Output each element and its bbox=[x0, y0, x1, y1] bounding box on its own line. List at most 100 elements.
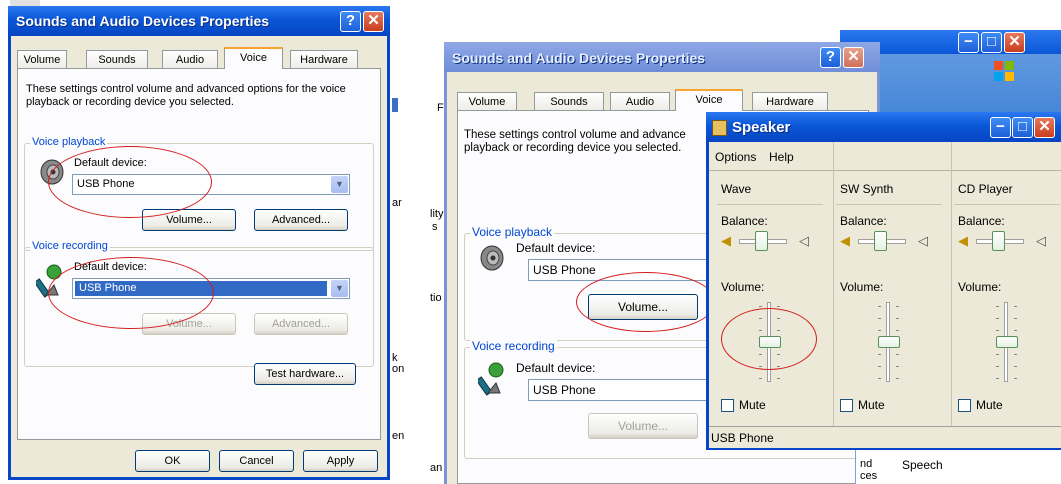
close-button[interactable]: ✕ bbox=[1034, 117, 1055, 138]
recording-advanced-button[interactable]: Advanced... bbox=[254, 313, 348, 335]
volume-label: Volume: bbox=[721, 280, 765, 294]
mute-checkbox[interactable] bbox=[721, 399, 734, 412]
right-title-bar: Sounds and Audio Devices Properties ? ✕ bbox=[444, 42, 880, 72]
volume-label: Volume: bbox=[840, 280, 884, 294]
tab-volume[interactable]: Volume bbox=[457, 92, 517, 111]
tab-hardware[interactable]: Hardware bbox=[752, 92, 828, 111]
left-dialog-body: Volume Sounds Audio Voice Hardware These… bbox=[11, 36, 387, 477]
playback-device-label: Default device: bbox=[516, 241, 596, 255]
chevron-down-icon[interactable]: ▼ bbox=[331, 176, 348, 193]
volume-tick bbox=[996, 366, 999, 367]
volume-tick bbox=[777, 306, 780, 307]
balance-label: Balance: bbox=[840, 214, 887, 228]
test-hardware-button[interactable]: Test hardware... bbox=[254, 363, 356, 385]
minimize-button[interactable]: − bbox=[990, 117, 1011, 138]
volume-tick bbox=[1014, 330, 1017, 331]
channel-name: SW Synth bbox=[840, 182, 894, 196]
balance-thumb[interactable] bbox=[755, 231, 768, 251]
volume-tick bbox=[896, 354, 899, 355]
volume-tick bbox=[878, 330, 881, 331]
balance-thumb[interactable] bbox=[992, 231, 1005, 251]
bg-fragment: en bbox=[392, 430, 405, 442]
bg-fragment: ces bbox=[860, 470, 878, 482]
tab-volume[interactable]: Volume bbox=[17, 50, 67, 69]
channel-divider bbox=[836, 204, 942, 205]
volume-thumb[interactable] bbox=[996, 336, 1018, 348]
playback-device-value: USB Phone bbox=[533, 263, 596, 277]
tab-audio[interactable]: Audio bbox=[162, 50, 218, 69]
volume-tick bbox=[996, 318, 999, 319]
close-button[interactable]: ✕ bbox=[363, 11, 384, 32]
speaker-mixer-window: Speaker − □ ✕ Options Help Wave Balance: ◀… bbox=[706, 112, 1061, 450]
cancel-button[interactable]: Cancel bbox=[219, 450, 294, 472]
volume-tick bbox=[1014, 366, 1017, 367]
channel-name: CD Player bbox=[958, 182, 1013, 196]
tab-voice[interactable]: Voice bbox=[224, 47, 283, 69]
status-bar: USB Phone bbox=[709, 426, 1061, 448]
annotation-ellipse-recording bbox=[48, 257, 214, 329]
speaker-left-icon: ◀ bbox=[958, 233, 968, 248]
tab-audio[interactable]: Audio bbox=[610, 92, 670, 111]
maximize-button[interactable]: □ bbox=[981, 32, 1002, 53]
bg-fragment: s bbox=[432, 221, 438, 233]
status-text: USB Phone bbox=[711, 431, 774, 445]
speaker-title: Speaker bbox=[732, 119, 791, 136]
bg-window-strip bbox=[392, 98, 398, 112]
volume-tick bbox=[878, 318, 881, 319]
bg-fragment: tio bbox=[430, 292, 442, 304]
voice-tab-page: These settings control volume and advanc… bbox=[17, 68, 381, 440]
bg-fragment: an bbox=[430, 462, 443, 474]
volume-tick bbox=[878, 354, 881, 355]
volume-tick bbox=[996, 354, 999, 355]
tab-hardware[interactable]: Hardware bbox=[290, 50, 358, 69]
left-dialog-title: Sounds and Audio Devices Properties bbox=[16, 13, 270, 29]
tab-sounds[interactable]: Sounds bbox=[534, 92, 604, 111]
volume-label: Volume: bbox=[958, 280, 1002, 294]
minimize-button[interactable]: − bbox=[958, 32, 979, 53]
chevron-down-icon[interactable]: ▼ bbox=[331, 280, 348, 297]
volume-thumb[interactable] bbox=[878, 336, 900, 348]
maximize-button[interactable]: □ bbox=[1012, 117, 1033, 138]
bg-fragment: F bbox=[437, 102, 444, 114]
ok-button[interactable]: OK bbox=[135, 450, 210, 472]
left-sound-dialog: Sounds and Audio Devices Properties ? ✕ … bbox=[8, 6, 390, 480]
channel-name: Wave bbox=[721, 182, 752, 196]
description-text: These settings control volume and advanc… bbox=[464, 129, 686, 154]
balance-label: Balance: bbox=[958, 214, 1005, 228]
voice-recording-label: Voice recording bbox=[30, 240, 110, 252]
help-button[interactable]: ? bbox=[820, 47, 841, 68]
mixer-channel: SW Synth Balance: ◀ ◁ Volume: Mute bbox=[833, 142, 948, 426]
apply-button[interactable]: Apply bbox=[303, 450, 378, 472]
recording-volume-button[interactable]: Volume... bbox=[588, 413, 698, 439]
windows-logo-icon bbox=[993, 60, 1015, 82]
volume-tick bbox=[1014, 378, 1017, 379]
recording-device-value: USB Phone bbox=[533, 383, 596, 397]
left-title-bar: Sounds and Audio Devices Properties ? ✕ bbox=[8, 6, 390, 36]
volume-tick bbox=[896, 366, 899, 367]
mute-checkbox[interactable] bbox=[958, 399, 971, 412]
playback-advanced-button[interactable]: Advanced... bbox=[254, 209, 348, 231]
bg-fragment: on bbox=[392, 363, 405, 375]
description-text: These settings control volume and advanc… bbox=[26, 83, 346, 108]
speaker-right-icon: ◁ bbox=[1036, 233, 1046, 248]
tab-sounds[interactable]: Sounds bbox=[86, 50, 148, 69]
voice-playback-label: Voice playback bbox=[470, 225, 555, 239]
speaker-icon bbox=[478, 243, 508, 276]
mute-checkbox[interactable] bbox=[840, 399, 853, 412]
volume-tick bbox=[878, 366, 881, 367]
right-dialog-title: Sounds and Audio Devices Properties bbox=[452, 50, 706, 66]
close-button[interactable]: ✕ bbox=[843, 47, 864, 68]
tab-voice[interactable]: Voice bbox=[675, 89, 743, 111]
mute-label: Mute bbox=[739, 398, 766, 412]
help-button[interactable]: ? bbox=[340, 11, 361, 32]
volume-tick bbox=[996, 306, 999, 307]
channel-divider bbox=[717, 204, 823, 205]
annotation-ellipse-volume-button bbox=[576, 272, 716, 332]
volume-tick bbox=[896, 378, 899, 379]
balance-thumb[interactable] bbox=[874, 231, 887, 251]
close-button[interactable]: ✕ bbox=[1004, 32, 1025, 53]
mixer-channel: CD Player Balance: ◀ ◁ Volume: Mute bbox=[951, 142, 1061, 426]
speaker-right-icon: ◁ bbox=[918, 233, 928, 248]
volume-tick bbox=[759, 306, 762, 307]
volume-tick bbox=[1014, 318, 1017, 319]
